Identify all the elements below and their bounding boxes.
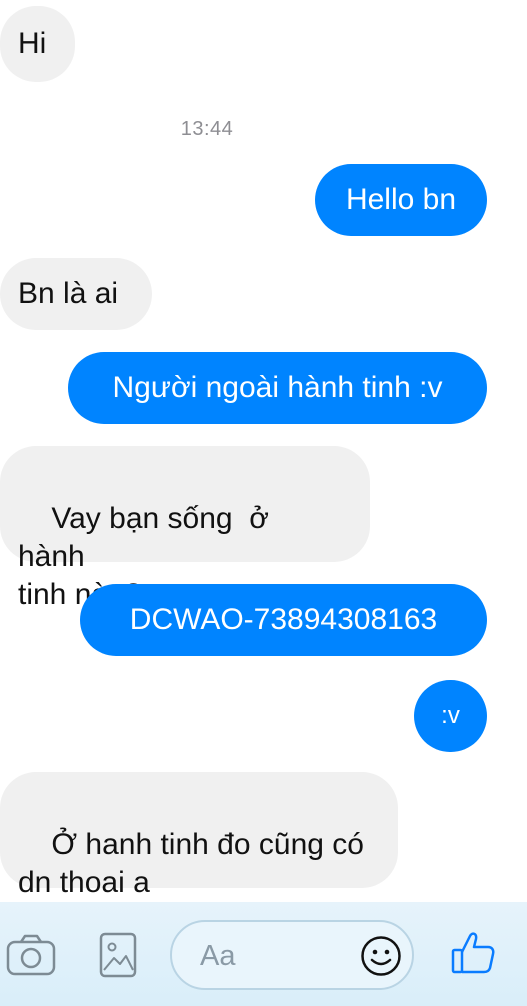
message-composer: Aa [0, 902, 527, 1006]
thumbs-up-icon[interactable] [450, 930, 496, 976]
input-placeholder: Aa [200, 940, 236, 972]
message-incoming[interactable]: Ở hanh tinh đo cũng có dn thoai a [0, 772, 398, 899]
message-text: Bn là ai [18, 277, 119, 310]
message-input[interactable]: Aa [170, 920, 414, 990]
message-incoming[interactable]: Hi [0, 6, 75, 82]
message-outgoing[interactable]: :v [414, 680, 487, 752]
message-text: Người ngoài hành tinh :v [112, 371, 443, 404]
camera-icon[interactable] [6, 934, 56, 978]
message-text: Ở hanh tinh đo cũng có dn thoai a [18, 828, 364, 899]
emoji-icon[interactable] [360, 935, 402, 977]
message-incoming[interactable]: Bn là ai [0, 258, 152, 330]
message-text: Hi [18, 27, 47, 60]
message-outgoing[interactable]: Người ngoài hành tinh :v [68, 352, 487, 424]
message-timestamp: 13:44 [180, 118, 234, 140]
message-incoming[interactable]: Vay bạn sống ở hành tinh nào? [0, 446, 370, 611]
message-outgoing[interactable]: Hello bn [315, 164, 487, 236]
message-text: Hello bn [345, 183, 457, 216]
chat-screen: Hi 13:44 Hello bn Bn là ai Người ngoài h… [0, 0, 527, 1006]
message-outgoing[interactable]: DCWAO-73894308163 [80, 584, 487, 656]
message-text: :v [441, 702, 460, 729]
message-text: DCWAO-73894308163 [129, 603, 438, 636]
photo-icon[interactable] [99, 932, 137, 978]
